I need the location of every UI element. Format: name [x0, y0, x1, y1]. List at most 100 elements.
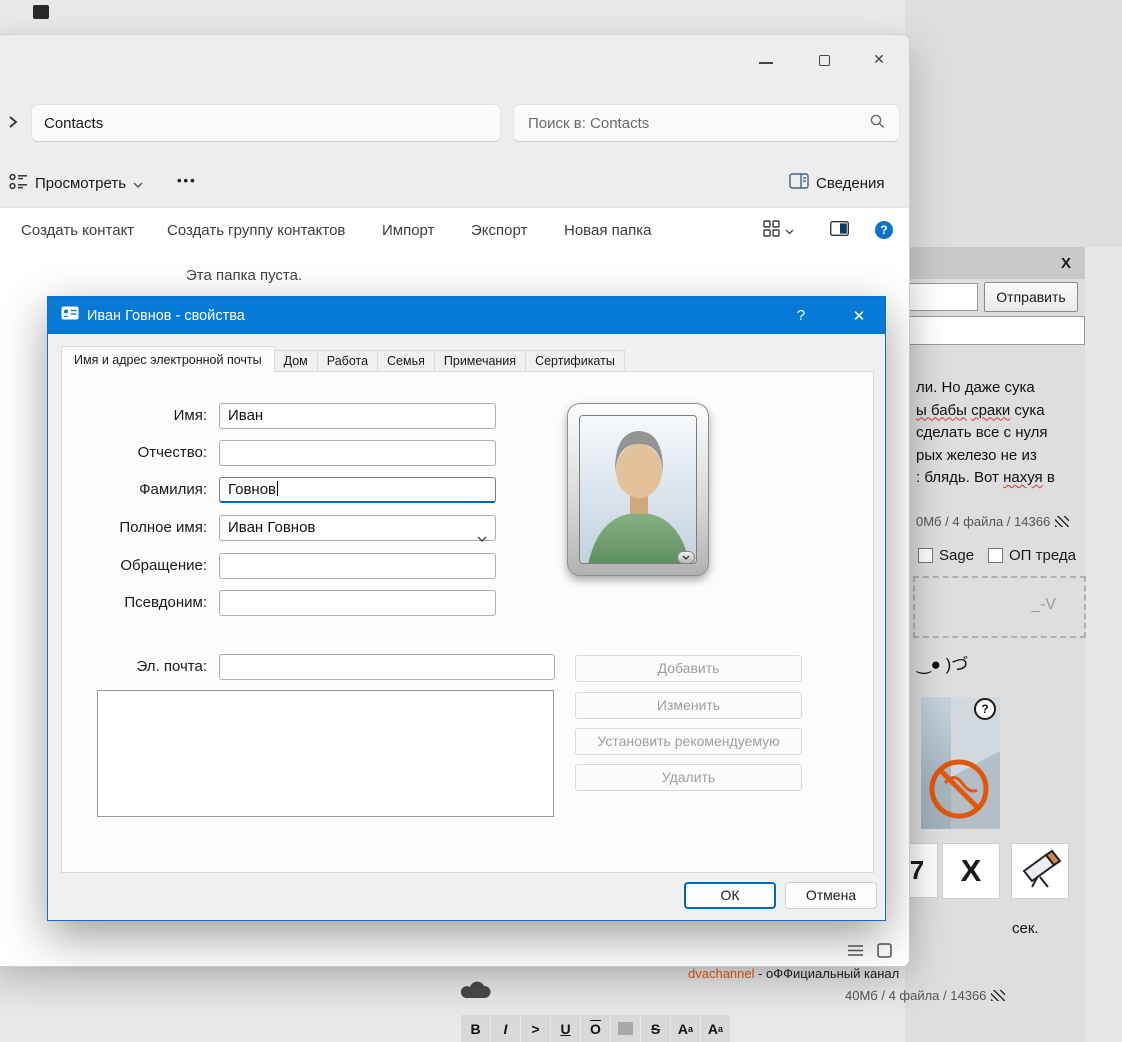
full-name-combobox[interactable]: Иван Говнов	[219, 515, 496, 542]
x-logo-card[interactable]: X	[942, 843, 1000, 899]
maximize-button[interactable]	[819, 55, 830, 66]
email-listbox[interactable]	[97, 690, 554, 817]
edit-email-button[interactable]: Изменить	[575, 692, 802, 719]
emoticon-text: ‿● )づ	[917, 655, 969, 674]
subscript-button[interactable]: Aa	[701, 1015, 730, 1042]
export-button[interactable]: Экспорт	[471, 207, 527, 253]
contact-photo[interactable]	[567, 403, 709, 576]
post-line: рых железо не из	[916, 446, 1037, 464]
spoiler-box-icon	[618, 1022, 633, 1035]
delete-email-button[interactable]: Удалить	[575, 764, 802, 791]
telescope-card[interactable]	[1011, 843, 1069, 899]
cancel-button[interactable]: Отмена	[785, 882, 877, 909]
strike-button[interactable]: S	[641, 1015, 670, 1042]
add-email-button[interactable]: Добавить	[575, 655, 802, 682]
op-label: ОП треда	[1009, 547, 1076, 564]
files-info-top: 0Мб / 4 файла / 14366	[916, 514, 1070, 529]
sage-checkbox[interactable]	[918, 548, 933, 563]
address-bar[interactable]: Contacts	[31, 104, 501, 142]
thumbnail-view-toggle-icon[interactable]	[877, 943, 892, 963]
email-input[interactable]	[219, 654, 555, 680]
photo-menu-chevron-icon[interactable]	[677, 551, 695, 564]
dialog-tabs: Имя и адрес электронной почты Дом Работа…	[61, 346, 625, 373]
post-text: ли. Но даже сука ы бабы сраки сука сдела…	[916, 377, 1088, 490]
new-contact-group-button[interactable]: Создать группу контактов	[167, 207, 345, 253]
search-bar[interactable]	[513, 104, 900, 142]
view-menu-label: Просмотреть	[35, 175, 127, 192]
chevron-down-icon[interactable]	[477, 526, 487, 549]
full-name-label: Полное имя:	[119, 519, 207, 536]
tab-work[interactable]: Работа	[316, 350, 379, 372]
italic-button[interactable]: I	[491, 1015, 520, 1042]
new-contact-button[interactable]: Создать контакт	[21, 207, 134, 253]
stripes-icon	[991, 990, 1006, 1001]
telescope-icon	[1018, 849, 1062, 894]
cloud-icon	[460, 976, 494, 1007]
details-pane-button[interactable]: Сведения	[789, 173, 885, 193]
empty-folder-text: Эта папка пуста.	[186, 267, 303, 284]
subject-field[interactable]	[905, 316, 1085, 345]
dialog-titlebar[interactable]: Иван Говнов - свойства ? ✕	[48, 297, 885, 334]
quote-button[interactable]: >	[521, 1015, 550, 1042]
name-field[interactable]	[905, 283, 978, 311]
layout-view-button[interactable]	[763, 207, 794, 253]
superscript-button[interactable]: Aa	[671, 1015, 700, 1042]
channel-link[interactable]: dvachannel	[688, 966, 755, 981]
middle-name-input[interactable]	[219, 440, 496, 466]
view-menu-button[interactable]: Просмотреть	[9, 173, 143, 194]
more-options-button[interactable]: •••	[177, 173, 197, 188]
title-input[interactable]	[219, 553, 496, 579]
set-preferred-button[interactable]: Установить рекомендуемую	[575, 728, 802, 755]
contact-photo-image	[579, 415, 697, 564]
close-form-button[interactable]: X	[1061, 255, 1071, 272]
minimize-button[interactable]	[759, 62, 773, 64]
board-edge	[1085, 247, 1122, 1042]
contact-list-icon	[9, 173, 28, 194]
tab-name-email[interactable]: Имя и адрес электронной почты	[61, 346, 275, 373]
refresh-countdown: сек.	[1012, 920, 1039, 937]
details-pane-icon	[789, 173, 809, 193]
new-folder-button[interactable]: Новая папка	[564, 207, 651, 253]
back-chevron-icon[interactable]	[7, 115, 19, 134]
list-view-toggle-icon[interactable]	[847, 943, 864, 963]
search-input[interactable]	[528, 114, 828, 132]
sage-label: Sage	[939, 547, 975, 564]
help-button[interactable]: ?	[875, 221, 893, 239]
post-line: ли. Но даже сука	[916, 379, 1035, 396]
close-button[interactable]: ✕	[869, 49, 889, 69]
underline-button[interactable]: U	[551, 1015, 580, 1042]
preview-pane-toggle[interactable]	[829, 207, 850, 253]
tab-certificates[interactable]: Сертификаты	[525, 350, 625, 372]
stripes-icon	[1055, 516, 1070, 527]
post-form-header: X	[905, 247, 1085, 279]
first-name-label: Имя:	[173, 407, 207, 424]
files-info-bottom: 40Мб / 4 файла / 14366	[845, 988, 1006, 1003]
dialog-help-button[interactable]: ?	[788, 297, 814, 334]
channel-rest: - оФФициальный канал	[754, 966, 900, 981]
dialog-close-button[interactable]: ✕	[846, 297, 872, 334]
overline-button[interactable]: O	[581, 1015, 610, 1042]
tab-home[interactable]: Дом	[273, 350, 318, 372]
breadcrumb[interactable]: Contacts	[44, 115, 103, 132]
op-checkbox[interactable]	[988, 548, 1003, 563]
file-dropzone[interactable]: _-V	[913, 576, 1086, 638]
post-line: сделать все с нуля	[916, 424, 1048, 441]
send-post-button[interactable]: Отправить	[984, 282, 1078, 312]
middle-name-label: Отчество:	[137, 444, 207, 461]
spoiler-button[interactable]	[611, 1015, 640, 1042]
import-button[interactable]: Импорт	[382, 207, 434, 253]
question-badge[interactable]: ?	[974, 698, 996, 720]
nickname-input[interactable]	[219, 590, 496, 616]
tab-notes[interactable]: Примечания	[433, 350, 527, 372]
bold-button[interactable]: B	[461, 1015, 490, 1042]
dropzone-text: _-V	[1031, 596, 1056, 613]
ok-button[interactable]: ОК	[684, 882, 776, 909]
first-name-input[interactable]: Иван	[219, 403, 496, 429]
preview-pane-icon	[829, 220, 850, 240]
text-caret	[277, 481, 279, 496]
dialog-tab-page: Имя: Иван Отчество: Фамилия: Говнов Полн…	[61, 371, 874, 873]
last-name-input[interactable]: Говнов	[219, 477, 496, 503]
dialog-title: Иван Говнов - свойства	[87, 307, 245, 324]
tab-family[interactable]: Семья	[377, 350, 435, 372]
search-icon[interactable]	[869, 113, 885, 133]
